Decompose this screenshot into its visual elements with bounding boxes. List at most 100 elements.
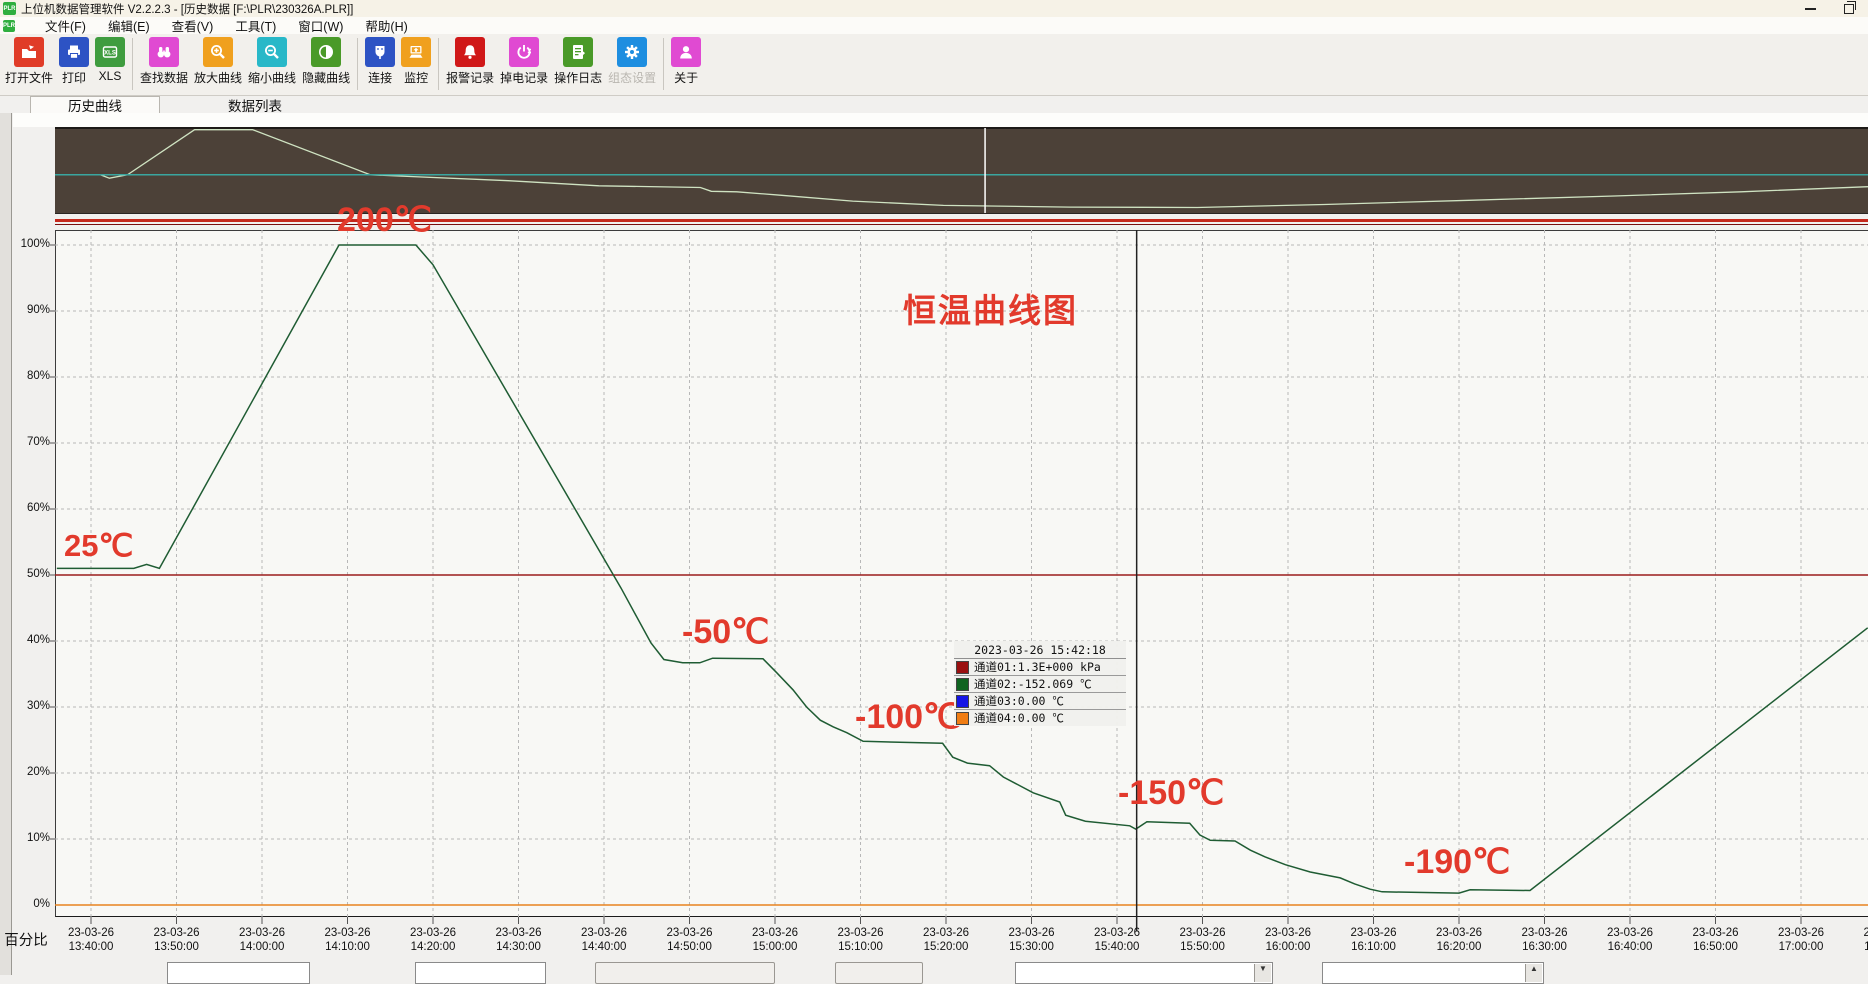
zoom-in-curve-button[interactable]: 放大曲线 [192, 37, 244, 86]
toolbar-label: 掉电记录 [500, 69, 548, 86]
toolbar-label: 操作日志 [554, 69, 602, 86]
channel-value-text: 通道01:1.3E+000 kPa [974, 659, 1101, 675]
tooltip-channel-row: 通道01:1.3E+000 kPa [954, 659, 1126, 676]
x-tick-label: 23-03-2615:50:00 [1161, 926, 1245, 954]
print-button[interactable]: 打印 [57, 37, 91, 86]
config-setup-button[interactable]: 组态设置 [606, 37, 658, 86]
export-xls-button[interactable]: XLS XLS [93, 37, 127, 83]
y-tick-label: 60% [6, 502, 50, 514]
x-tick-label: 23-03-2616:00:00 [1246, 926, 1330, 954]
open-file-button[interactable]: 打开文件 [3, 37, 55, 86]
menu-item-4[interactable]: 窗口(W) [287, 16, 354, 35]
document-icon: PLR [3, 20, 15, 32]
operation-log-button[interactable]: 操作日志 [552, 37, 604, 86]
plot-area[interactable] [55, 230, 1868, 917]
bottom-spin-input-3[interactable]: ▲ [1322, 962, 1544, 984]
zoom-out-curve-button[interactable]: 缩小曲线 [246, 37, 298, 86]
overview-strip[interactable] [55, 127, 1868, 214]
x-tick-label: 23-03-2613:50:00 [135, 926, 219, 954]
y-tick-label: 80% [6, 370, 50, 382]
x-tick-label: 23-03-2614:50:00 [648, 926, 732, 954]
annotation-label: 25℃ [64, 528, 133, 564]
plug-icon [365, 37, 395, 67]
x-tick-label: 23-03-2614:00:00 [220, 926, 304, 954]
x-tick-label: 23-03-2614:20:00 [391, 926, 475, 954]
bottom-button-1[interactable] [595, 962, 775, 984]
find-data-button[interactable]: 查找数据 [138, 37, 190, 86]
spinner-up-icon[interactable]: ▲ [1525, 964, 1542, 982]
x-tick-label: 23-03-2616:30:00 [1503, 926, 1587, 954]
toolbar-label: 放大曲线 [194, 69, 242, 86]
cursor-tooltip: 2023-03-26 15:42:18 通道01:1.3E+000 kPa通道0… [954, 641, 1126, 726]
y-tick-label: 90% [6, 304, 50, 316]
about-button[interactable]: 关于 [669, 37, 703, 86]
toolbar-label: 关于 [674, 69, 698, 86]
xls-icon: XLS [95, 37, 125, 67]
bottom-spin-input-1[interactable] [167, 962, 310, 984]
y-tick-label: 50% [6, 568, 50, 580]
hide-curve-button[interactable]: 隐藏曲线 [300, 37, 352, 86]
channel-value-text: 通道02:-152.069 ℃ [974, 676, 1092, 692]
channel-color-swatch [956, 678, 969, 691]
y-tick-label: 70% [6, 436, 50, 448]
y-tick-label: 40% [6, 634, 50, 646]
power-loss-log-button[interactable]: 掉电记录 [498, 37, 550, 86]
x-tick-label: 23-03-2615:10:00 [819, 926, 903, 954]
monitor-button[interactable]: 监控 [399, 37, 433, 86]
folder-icon [14, 37, 44, 67]
channel-color-swatch [956, 712, 969, 725]
power-icon [509, 37, 539, 67]
x-tick-label: 23-03-2617:10:00 [1845, 926, 1868, 954]
menu-item-3[interactable]: 工具(T) [224, 16, 287, 35]
bell-icon [455, 37, 485, 67]
doc-icon [563, 37, 593, 67]
binoculars-icon [149, 37, 179, 67]
bottom-dropdown[interactable]: ▼ [1015, 962, 1273, 984]
dropdown-arrow-icon[interactable]: ▼ [1254, 964, 1271, 982]
toolbar-label: 报警记录 [446, 69, 494, 86]
annotation-label: -150℃ [1118, 773, 1224, 813]
tooltip-channel-row: 通道02:-152.069 ℃ [954, 676, 1126, 693]
gear-icon [617, 37, 647, 67]
x-tick-label: 23-03-2615:30:00 [990, 926, 1074, 954]
bottom-button-2[interactable] [835, 962, 923, 984]
alarm-log-button[interactable]: 报警记录 [444, 37, 496, 86]
toolbar-label: 打开文件 [5, 69, 53, 86]
toolbar: 打开文件打印 XLS XLS 查找数据放大曲线缩小曲线隐藏曲线连接监控 报警记录掉电记录… [0, 34, 1868, 96]
zoomin-icon [203, 37, 233, 67]
toolbar-label: XLS [99, 69, 122, 83]
minimize-button-icon[interactable] [1805, 8, 1816, 10]
y-tick-label: 0% [6, 898, 50, 910]
tab-history-curve[interactable]: 历史曲线 [30, 96, 160, 113]
menu-item-1[interactable]: 编辑(E) [97, 16, 161, 35]
x-tick-label: 23-03-2615:00:00 [733, 926, 817, 954]
chart-title: 恒温曲线图 [903, 284, 1078, 332]
svg-text:XLS: XLS [104, 50, 116, 56]
x-tick-label: 23-03-2615:40:00 [1075, 926, 1159, 954]
person-icon [671, 37, 701, 67]
connect-button[interactable]: 连接 [363, 37, 397, 86]
tooltip-channel-row: 通道04:0.00 ℃ [954, 710, 1126, 726]
restore-button-icon[interactable] [1844, 4, 1854, 14]
menu-item-2[interactable]: 查看(V) [161, 16, 225, 35]
menu-item-5[interactable]: 帮助(H) [354, 16, 418, 35]
menu-item-0[interactable]: 文件(F) [34, 16, 97, 35]
printer-icon [59, 37, 89, 67]
y-tick-label: 30% [6, 700, 50, 712]
y-axis-unit-label: 百分比 [0, 929, 52, 950]
toolbar-label: 连接 [368, 69, 392, 86]
x-tick-label: 23-03-2615:20:00 [904, 926, 988, 954]
channel-value-text: 通道03:0.00 ℃ [974, 693, 1064, 709]
x-tick-label: 23-03-2617:00:00 [1759, 926, 1843, 954]
tab-data-list[interactable]: 数据列表 [190, 96, 320, 113]
bottom-spin-input-2[interactable] [415, 962, 546, 984]
x-tick-label: 23-03-2614:30:00 [477, 926, 561, 954]
chart-top-margin [13, 113, 1868, 127]
toolbar-separator [438, 38, 439, 90]
x-tick-label: 23-03-2614:10:00 [306, 926, 390, 954]
x-tick-label: 23-03-2616:40:00 [1588, 926, 1672, 954]
toolbar-label: 监控 [404, 69, 428, 86]
y-tick-label: 20% [6, 766, 50, 778]
y-tick-label: 10% [6, 832, 50, 844]
window-title: 上位机数据管理软件 V2.2.2.3 - [历史数据 [F:\PLR\23032… [21, 1, 353, 17]
